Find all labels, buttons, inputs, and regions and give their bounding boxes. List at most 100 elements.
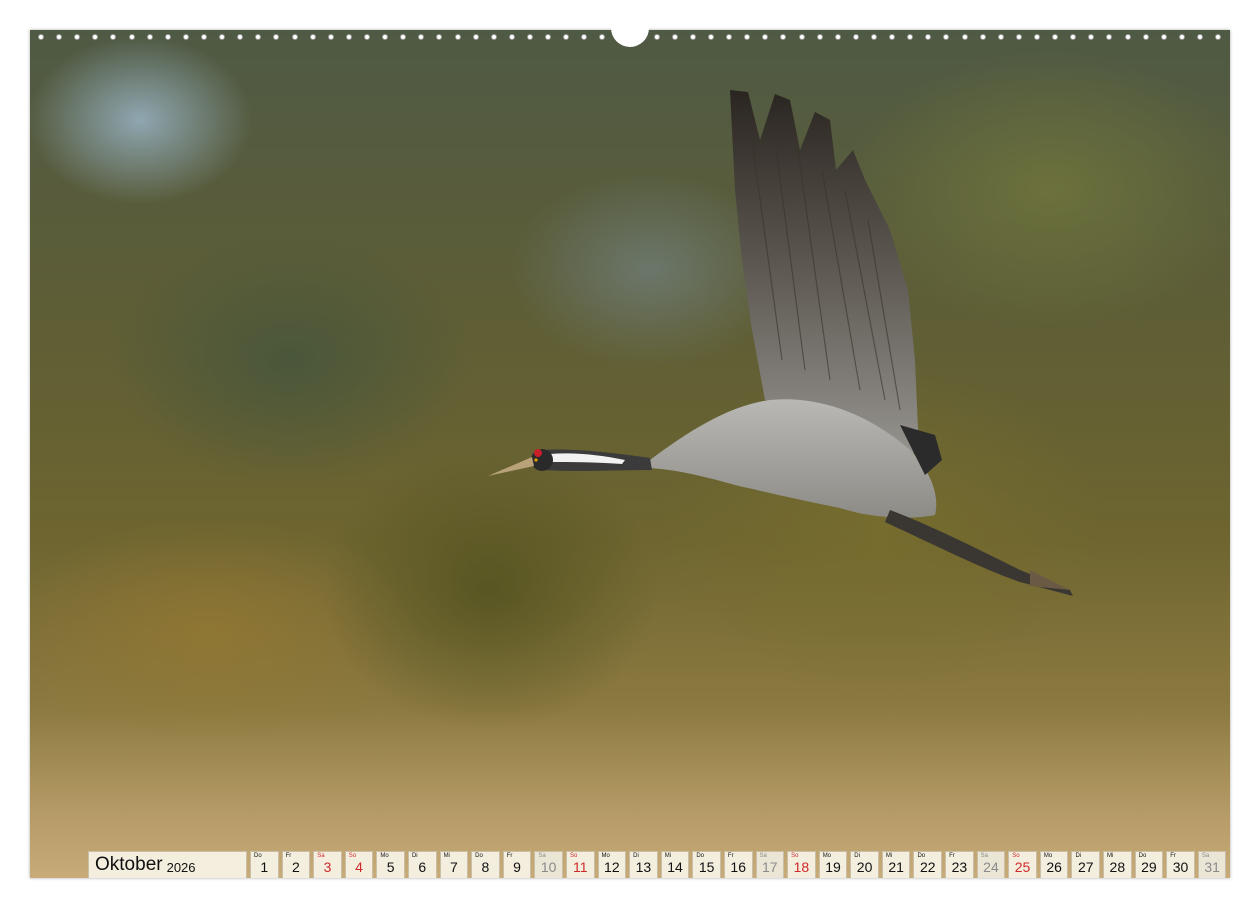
- binding-hole: [653, 34, 660, 40]
- binding-hole: [889, 34, 896, 40]
- day-cell: Sa 3: [313, 851, 342, 878]
- binding-hole: [726, 34, 733, 40]
- binding-hole: [816, 34, 823, 40]
- day-number: 30: [1172, 859, 1189, 875]
- day-number: 6: [418, 859, 427, 875]
- day-cell: Fr 30: [1166, 851, 1195, 878]
- calendar-strip: Oktober 2026 Do 1 Fr 2 Sa 3 So 4 Mo 5 Di 6 Mi 7 Do 8 Fr 9…: [88, 851, 1227, 878]
- binding-hole: [943, 34, 950, 40]
- day-number: 13: [635, 859, 652, 875]
- binding-hole: [1015, 34, 1022, 40]
- binding-hole: [400, 34, 407, 40]
- binding-hole: [273, 34, 280, 40]
- day-number: 28: [1109, 859, 1126, 875]
- binding-hole: [1124, 34, 1131, 40]
- binding-hole: [1142, 34, 1149, 40]
- day-cell: So 11: [565, 851, 595, 878]
- binding-hole: [689, 34, 696, 40]
- day-number: 24: [983, 859, 999, 875]
- binding-hole: [744, 34, 751, 40]
- binding-hole: [1070, 34, 1077, 40]
- binding-hole: [1197, 34, 1203, 40]
- day-number: 16: [730, 859, 746, 875]
- day-cell: Sa 24: [976, 851, 1006, 878]
- day-number: 3: [323, 859, 332, 875]
- binding-hole: [1215, 34, 1222, 40]
- binding-hole: [363, 34, 370, 40]
- day-number: 8: [481, 859, 490, 875]
- binding-hole: [418, 34, 425, 40]
- day-cell: Mi 21: [881, 851, 911, 878]
- day-number: 2: [291, 859, 300, 875]
- binding-hole: [780, 34, 787, 40]
- binding-hole: [508, 34, 515, 40]
- binding-hole: [237, 34, 244, 40]
- day-number: 29: [1141, 859, 1157, 875]
- binding-hole: [1160, 34, 1167, 40]
- binding-hole: [128, 34, 135, 40]
- binding-hole: [436, 34, 443, 40]
- day-cell: Mi 14: [660, 851, 690, 878]
- day-number: 12: [604, 859, 620, 875]
- binding-hole: [545, 34, 552, 40]
- day-cell: Di 6: [407, 851, 437, 878]
- binding-hole: [1034, 34, 1041, 40]
- day-cell: Mo 12: [597, 851, 627, 878]
- binding-hole: [182, 34, 189, 40]
- day-number: 10: [540, 859, 557, 875]
- day-cell: Do 29: [1134, 851, 1164, 878]
- binding-hole: [997, 34, 1004, 40]
- day-cell: Sa 10: [534, 851, 563, 878]
- day-cell: Mi 7: [439, 851, 469, 878]
- binding-hole: [38, 34, 44, 40]
- binding-hole: [979, 34, 986, 40]
- day-cell: Sa 31: [1197, 851, 1227, 878]
- binding-hole: [563, 34, 570, 40]
- day-cell: Do 22: [913, 851, 943, 878]
- binding-hole: [925, 34, 932, 40]
- day-number: 1: [260, 859, 269, 875]
- day-number: 25: [1014, 859, 1031, 875]
- binding-hole: [834, 34, 841, 40]
- day-cell: Sa 17: [755, 851, 785, 878]
- binding-hole: [472, 34, 479, 40]
- day-cell: Mo 19: [818, 851, 848, 878]
- binding-hole: [581, 34, 588, 40]
- day-cell: Mo 5: [376, 851, 405, 878]
- binding-hole: [74, 34, 81, 40]
- day-number: 7: [449, 859, 458, 875]
- binding-hole: [200, 34, 207, 40]
- binding-hole: [852, 34, 859, 40]
- day-cell: Do 15: [692, 851, 721, 878]
- binding-hole: [309, 34, 316, 40]
- day-number: 14: [667, 859, 683, 875]
- binding-hole: [798, 34, 805, 40]
- month-label: Oktober 2026: [88, 851, 247, 878]
- calendar-photo: Oktober 2026 Do 1 Fr 2 Sa 3 So 4 Mo 5 Di 6 Mi 7 Do 8 Fr 9…: [30, 30, 1230, 878]
- day-number: 4: [355, 859, 363, 875]
- binding-hole: [327, 34, 334, 40]
- day-number: 21: [888, 859, 904, 875]
- binding-hole: [599, 34, 606, 40]
- binding-hole: [1052, 34, 1059, 40]
- binding-hole: [291, 34, 298, 40]
- day-cell: Do 8: [471, 851, 500, 878]
- binding-hole: [255, 34, 262, 40]
- binding-hole: [490, 34, 497, 40]
- binding-hole: [454, 34, 461, 40]
- day-number: 17: [762, 859, 778, 875]
- day-number: 5: [386, 859, 395, 875]
- binding-hole: [961, 34, 968, 40]
- binding-hole: [382, 34, 389, 40]
- day-number: 18: [793, 859, 810, 875]
- day-number: 9: [513, 859, 521, 875]
- day-cell: So 4: [344, 851, 374, 878]
- day-cell: Di 20: [850, 851, 879, 878]
- binding-hole: [708, 34, 715, 40]
- binding-hole: [164, 34, 171, 40]
- day-cell: Fr 2: [281, 851, 311, 878]
- day-cell: Fr 16: [723, 851, 753, 878]
- day-number: 22: [919, 859, 936, 875]
- day-number: 26: [1046, 859, 1062, 875]
- binding-hole: [219, 34, 226, 40]
